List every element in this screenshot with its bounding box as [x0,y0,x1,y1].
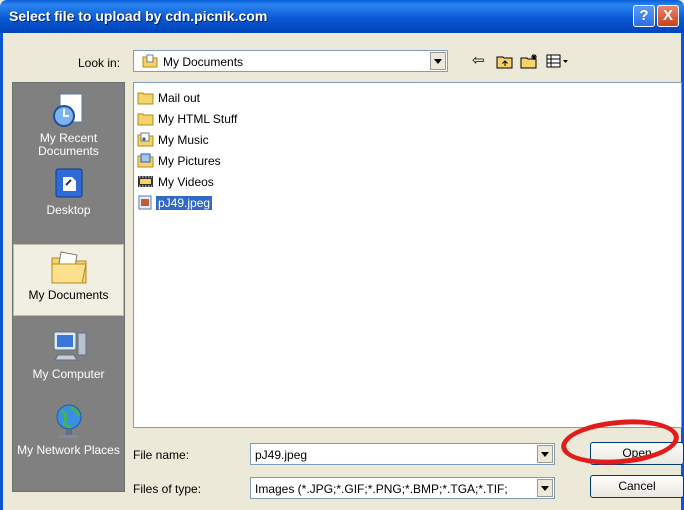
create-new-folder-icon[interactable] [520,53,540,69]
help-button[interactable]: ? [633,5,655,27]
place-my-recent-documents[interactable]: My Recent Documents [13,91,124,158]
places-bar: My Recent Documents Desktop My Documents… [12,82,125,492]
place-my-network-places[interactable]: My Network Places [13,403,124,457]
my-documents-icon [51,251,87,284]
place-label: My Documents [28,288,109,302]
window-frame-left [0,33,3,510]
file-name-dropdown-arrow-icon[interactable] [537,445,553,463]
file-name-label: File name: [133,448,190,462]
desktop-icon [55,168,82,198]
view-menu-icon[interactable] [546,53,570,69]
place-label: My Recent Documents [38,131,99,158]
file-name-value: pJ49.jpeg [255,448,308,462]
place-label: My Network Places [17,443,120,457]
place-desktop[interactable]: Desktop [13,167,124,217]
my-documents-folder-icon [142,54,158,68]
file-name: My Pictures [158,154,221,168]
back-arrow-icon[interactable]: ⇦ [472,53,485,69]
file-name-field[interactable]: pJ49.jpeg [250,443,555,465]
place-label: My Computer [32,367,105,381]
place-label: Desktop [46,203,91,217]
cancel-button[interactable]: Cancel [590,475,684,498]
file-name: Mail out [158,91,201,105]
folder-icon [137,92,154,105]
network-globe-icon [56,404,81,438]
folder-icon [137,113,154,126]
look-in-label: Look in: [78,56,121,70]
file-name: My Videos [158,175,214,189]
files-of-type-select[interactable]: Images (*.JPG;*.GIF;*.PNG;*.BMP;*.TGA;*.… [250,477,555,499]
title-bar: Select file to upload by cdn.picnik.com … [0,0,684,33]
jpeg-image-icon [138,195,152,210]
clock-document-icon [52,93,82,127]
window-title: Select file to upload by cdn.picnik.com [9,8,268,24]
file-name: pJ49.jpeg [156,196,213,210]
computer-icon [53,331,86,361]
files-of-type-value: Images (*.JPG;*.GIF;*.PNG;*.BMP;*.TGA;*.… [255,482,508,496]
file-name: My HTML Stuff [158,112,238,126]
videos-folder-icon [138,176,153,187]
place-my-computer[interactable]: My Computer [13,329,124,381]
look-in-dropdown-arrow-icon[interactable] [430,52,446,70]
music-folder-icon [137,132,154,147]
files-of-type-label: Files of type: [133,482,202,496]
close-button[interactable]: X [657,5,679,27]
up-one-level-icon[interactable] [496,53,514,69]
look-in-value: My Documents [163,55,244,69]
files-of-type-dropdown-arrow-icon[interactable] [537,479,553,497]
place-my-documents[interactable]: My Documents [13,244,124,316]
pictures-folder-icon [137,153,154,168]
look-in-dropdown[interactable]: My Documents [133,50,448,72]
file-name: My Music [158,133,209,147]
file-list[interactable]: Mail out My HTML Stuff My Music My Pictu… [133,82,682,428]
